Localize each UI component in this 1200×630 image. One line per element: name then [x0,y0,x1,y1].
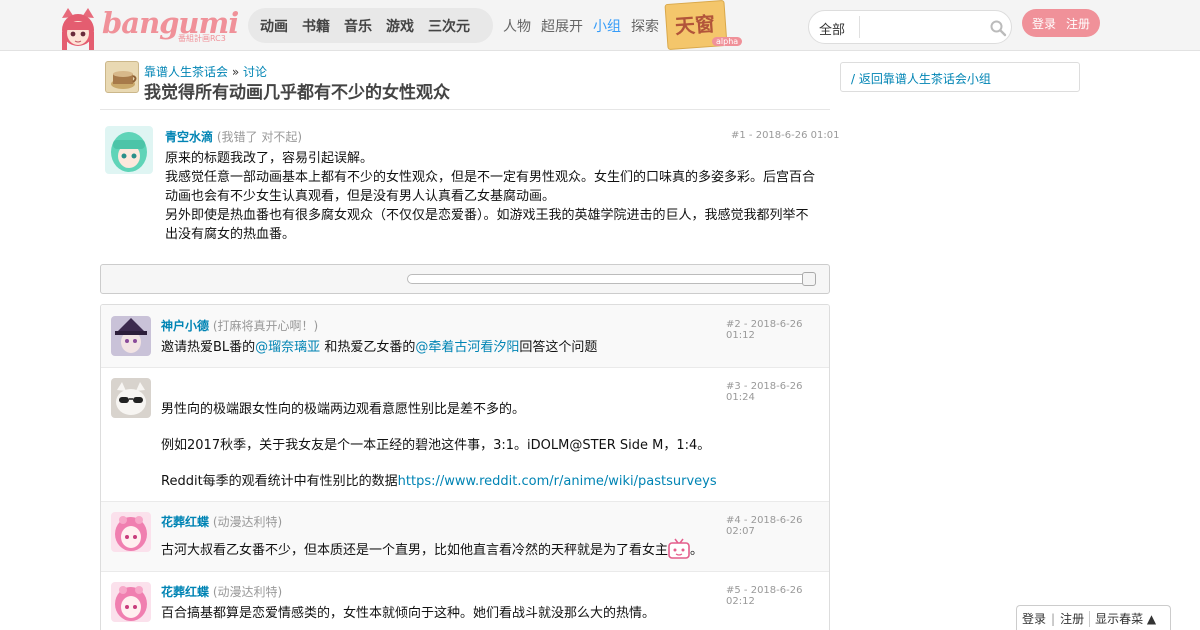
comment-row: 神户小德 (打麻将真开心啊！) #2 - 2018-6-26 01:12 邀请热… [101,305,829,368]
comment-row: 花葬红蝶 (动漫达利特) #4 - 2018-6-26 02:07 古河大叔看乙… [101,502,829,572]
search-box: 全部 [808,10,1012,44]
teapot-icon [111,71,137,89]
bangumi-logo[interactable]: bangumi 番組計画RC3 [58,6,239,50]
alpha-badge: alpha [712,37,743,46]
mention-link[interactable]: @瑠奈璃亚 [255,340,320,355]
float-register-link[interactable]: 注册 [1055,610,1089,627]
avatar[interactable] [111,378,151,418]
nav-real[interactable]: 三次元 [428,16,470,36]
breadcrumb-separator: » [231,65,240,79]
comment-floor[interactable]: #4 - 2018-6-26 02:07 [726,515,829,537]
comment-text: 回答这个问题 [519,340,598,355]
post-user-sign: (我错了 对不起) [216,130,303,144]
nav-explore[interactable]: 探索 [631,16,659,36]
comment-paragraph: Reddit每季的观看统计中有性别比的数据https://www.reddit.… [161,472,717,491]
search-category-select[interactable]: 全部 [819,19,845,38]
nav-anime[interactable]: 动画 [260,16,288,36]
avatar[interactable] [111,316,151,356]
back-to-group-link[interactable]: / 返回靠谱人生茶话会小组 [840,62,1080,92]
breadcrumb-group-link[interactable]: 靠谱人生茶话会 [144,65,228,79]
comment-row: 花葬红蝶 (动漫达利特) #5 - 2018-6-26 02:12 百合搞基都算… [101,572,829,630]
tianchuang-label: 天窗 [674,11,716,39]
search-icon[interactable] [989,19,1007,37]
comment-paragraph: 例如2017秋季，关于我女友是个一本正经的碧池这件事，3:1。iDOLM@STE… [161,438,711,453]
comment-username[interactable]: 花葬红蝶 [161,515,209,529]
nav-people[interactable]: 人物 [503,16,531,36]
user-avatar-image [111,378,151,418]
comment-user-sign: (打麻将真开心啊！) [212,319,319,333]
post-header: 青空水滴 (我错了 对不起) [165,128,302,145]
user-avatar-image [105,126,153,174]
logo-subtitle: 番組計画RC3 [178,34,226,43]
comment-list: 神户小德 (打麻将真开心啊！) #2 - 2018-6-26 01:12 邀请热… [100,304,830,630]
user-avatar-image [111,512,151,552]
avatar[interactable] [111,582,151,622]
comment-paragraph: 男性向的极端跟女性向的极端两边观看意愿性别比是差不多的。 [161,402,526,417]
comment-username[interactable]: 花葬红蝶 [161,585,209,599]
sub-nav: 人物 超展开 小组 探索 [503,16,669,36]
comment-username[interactable]: 神户小德 [161,319,209,333]
comment-floor[interactable]: #2 - 2018-6-26 01:12 [726,319,829,341]
reply-box[interactable] [100,264,830,294]
comment-user-sign: (动漫达利特) [212,515,283,529]
float-login-link[interactable]: 登录 [1017,610,1051,627]
header: bangumi 番組計画RC3 动画 书籍 音乐 游戏 三次元 人物 超展开 小… [0,0,1200,51]
comment-text: 邀请热爱BL番的 [161,340,256,355]
nav-game[interactable]: 游戏 [386,16,414,36]
nav-group[interactable]: 小组 [593,16,621,36]
avatar[interactable] [105,126,153,174]
tv-emoji-icon [668,538,690,559]
title-divider [100,109,830,110]
comment-floor[interactable]: #5 - 2018-6-26 02:12 [726,585,829,607]
reply-input-bar[interactable] [407,274,812,284]
external-link[interactable]: https://www.reddit.com/r/anime/wiki/past… [398,474,717,489]
nav-music[interactable]: 音乐 [344,16,372,36]
group-icon[interactable] [105,61,139,93]
breadcrumb-section-link[interactable]: 讨论 [243,65,267,79]
register-link[interactable]: 注册 [1066,15,1090,32]
comment-user-sign: (动漫达利特) [212,585,283,599]
search-divider [859,16,860,38]
comment-text: 古河大叔看乙女番不少，但本质还是一个直男，比如他直言看冷然的天秤就是为了看女主 [161,543,669,558]
login-link[interactable]: 登录 [1032,15,1056,32]
login-register-button[interactable]: 登录 注册 [1022,9,1100,37]
comment-body: 百合搞基都算是恋爱情感类的，女性本就倾向于这种。她们看战斗就没那么大的热情。 [161,606,656,621]
comment-body: 邀请热爱BL番的@瑠奈璃亚 和热爱乙女番的@牵着古河看汐阳回答这个问题 [161,338,597,357]
user-avatar-image [111,316,151,356]
comment-text: 。 [690,543,704,558]
mention-link[interactable]: @牵着古河看汐阳 [415,340,519,355]
post-line: 出没有腐女的热血番。 [165,227,296,242]
comment-row: #3 - 2018-6-26 01:24 男性向的极端跟女性向的极端两边观看意愿… [101,368,829,502]
comment-text: Reddit每季的观看统计中有性别比的数据 [161,474,398,489]
post-username[interactable]: 青空水滴 [165,130,213,144]
search-input[interactable] [865,17,980,37]
post-line: 动画也会有不少女生认真观看，但是没有男人认真看乙女基腐动画。 [165,189,556,204]
post-floor[interactable]: #1 - 2018-6-26 01:01 [731,130,839,141]
comment-header: 花葬红蝶 (动漫达利特) [161,513,282,530]
nav-rakuen[interactable]: 超展开 [541,16,583,36]
user-avatar-image [111,582,151,622]
post-line: 另外即使是热血番也有很多腐女观众（不仅仅是恋爱番）。如游戏王我的英雄学院进击的巨… [165,208,809,223]
page-title: 我觉得所有动画几乎都有不少的女性观众 [144,83,450,103]
comment-text: 和热爱乙女番的 [320,340,416,355]
comment-floor[interactable]: #3 - 2018-6-26 01:24 [726,381,829,403]
nav-book[interactable]: 书籍 [302,16,330,36]
post-line: 我感觉任意一部动画基本上都有不少的女性观众，但是不一定有男性观众。女生们的口味真… [165,170,816,185]
comment-header: 神户小德 (打麻将真开心啊！) [161,317,318,334]
reply-toggle-handle[interactable] [802,272,816,286]
comment-header: 花葬红蝶 (动漫达利特) [161,583,282,600]
bottom-float-bar: 登录 | 注册 显示春菜 ▲ [1016,605,1171,630]
post-body: 原来的标题我改了，容易引起误解。 我感觉任意一部动画基本上都有不少的女性观众，但… [165,149,825,244]
main-nav: 动画 书籍 音乐 游戏 三次元 [248,8,493,43]
logo-mascot-icon [62,8,94,50]
toggle-chiitan-button[interactable]: 显示春菜 ▲ [1090,610,1161,627]
post-line: 原来的标题我改了，容易引起误解。 [165,151,374,166]
comment-body: 古河大叔看乙女番不少，但本质还是一个直男，比如他直言看冷然的天秤就是为了看女主 … [161,538,703,560]
avatar[interactable] [111,512,151,552]
